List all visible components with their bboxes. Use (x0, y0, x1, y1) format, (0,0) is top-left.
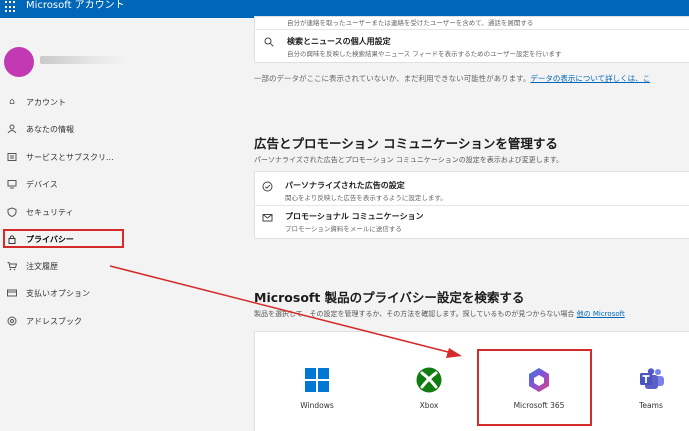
app-launcher-icon[interactable] (5, 1, 17, 13)
sidebar-item-label: アカウント (26, 98, 66, 107)
account-name-blurred (40, 56, 126, 64)
product-name: Teams (639, 401, 663, 410)
divider (255, 29, 689, 30)
data-note: 一部のデータがここに表示されていないか、まだ利用できない可能性があります。データ… (254, 73, 650, 84)
subscriptions-icon (6, 151, 18, 163)
search-icon (263, 36, 275, 48)
device-icon (6, 178, 18, 190)
other-microsoft-link[interactable]: 他の Microsoft (577, 310, 625, 318)
ads-card: パーソナライズされた広告の設定 関心をより反映した広告を表示するように設定します… (254, 171, 689, 239)
xbox-logo-icon (416, 367, 442, 393)
personalized-ads-row[interactable]: パーソナライズされた広告の設定 関心をより反映した広告を表示するように設定します… (255, 172, 689, 205)
home-icon: ⌂ (9, 97, 15, 107)
row-sub: 自分が連絡を取ったユーザーまたは連絡を受けたユーザーを含めて、通話を展開する (287, 19, 534, 27)
search-personalization-title[interactable]: 検索とニュースの個人用設定 (287, 36, 391, 47)
product-name: Xbox (419, 401, 439, 410)
sidebar-item-label: あなたの情報 (26, 125, 74, 134)
search-personalization-sub: 自分の興味を反映した検索結果やニュース フィードを表示するためのユーザー設定を行… (287, 50, 562, 58)
m365-highlight-box (477, 349, 592, 426)
sidebar-item-security[interactable]: セキュリティ (0, 201, 222, 223)
avatar[interactable] (4, 47, 34, 77)
sidebar-item-your-info[interactable]: あなたの情報 (0, 118, 222, 140)
teams-logo-icon (640, 368, 664, 389)
sidebar-item-label: 注文履歴 (26, 262, 58, 271)
shield-icon (6, 206, 18, 218)
sidebar-item-account[interactable]: ⌂ アカウント (0, 91, 222, 113)
sidebar-item-label: デバイス (26, 180, 58, 189)
products-section-desc: 製品を選択して、その設定を管理するか、その方法を確認します。探しているものが見つ… (254, 309, 625, 319)
sidebar-item-payment-options[interactable]: 支払いオプション (0, 282, 222, 304)
card-icon (6, 287, 18, 299)
products-desc-text: 製品を選択して、その設定を管理するか、その方法を確認します。探しているものが見つ… (254, 310, 575, 318)
promotional-comms-row[interactable]: プロモーショナル コミュニケーション プロモーション資料をメールに送信する (255, 206, 689, 239)
ads-section-title: 広告とプロモーション コミュニケーションを管理する (254, 136, 558, 151)
promotional-comms-sub: プロモーション資料をメールに送信する (285, 225, 402, 233)
person-icon (6, 123, 18, 135)
sidebar-item-devices[interactable]: デバイス (0, 173, 222, 195)
personalized-ads-title: パーソナライズされた広告の設定 (285, 181, 405, 190)
sidebar-item-subscriptions[interactable]: サービスとサブスクリ... (0, 146, 222, 168)
privacy-highlight-box (3, 229, 124, 248)
personalized-ads-sub: 関心をより反映した広告を表示するように設定します。 (285, 194, 447, 202)
activity-card: 自分が連絡を取ったユーザーまたは連絡を受けたユーザーを含めて、通話を展開する 検… (254, 16, 689, 63)
sidebar: ⌂ アカウント あなたの情報 サービスとサブスクリ... デバイス セキュリティ… (0, 18, 222, 431)
products-section-title: Microsoft 製品のプライバシー設定を検索する (254, 290, 525, 305)
windows-logo-icon (305, 368, 329, 392)
sidebar-item-order-history[interactable]: 注文履歴 (0, 255, 222, 277)
data-note-text: 一部のデータがここに表示されていないか、まだ利用できない可能性があります。 (254, 74, 531, 83)
cart-icon (6, 260, 18, 272)
product-xbox[interactable]: Xbox (383, 355, 475, 425)
sidebar-item-label: セキュリティ (26, 208, 74, 217)
ads-section-desc: パーソナライズされた広告とプロモーション コミュニケーションの設定を表示および変… (254, 156, 564, 164)
promotional-comms-title: プロモーショナル コミュニケーション (285, 212, 424, 221)
check-circle-icon (261, 180, 273, 192)
product-teams[interactable]: Teams (605, 355, 689, 425)
sidebar-item-label: 支払いオプション (26, 289, 90, 298)
data-note-link[interactable]: データの表示について詳しくは、こ (530, 74, 650, 83)
sidebar-item-address-book[interactable]: アドレスブック (0, 310, 222, 332)
mail-icon (261, 211, 273, 223)
sidebar-item-label: サービスとサブスクリ... (26, 153, 114, 162)
product-windows[interactable]: Windows (271, 355, 363, 425)
location-icon (6, 315, 18, 327)
sidebar-item-label: アドレスブック (26, 317, 82, 326)
product-name: Windows (300, 401, 334, 410)
brand-title[interactable]: Microsoft アカウント (26, 0, 125, 12)
